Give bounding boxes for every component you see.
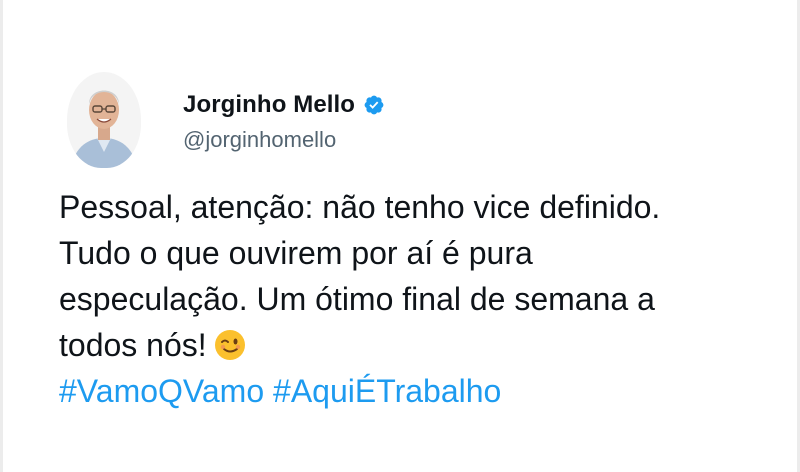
avatar-photo <box>67 72 141 168</box>
tweet-text-line-2: Tudo o que ouvirem por aí é pura <box>59 235 533 271</box>
tweet-text-line-4-text: todos nós! <box>59 327 207 363</box>
tweet-text-line-3: especulação. Um ótimo final de semana a <box>59 281 655 317</box>
tweet-card: Jorginho Mello @jorginhomello Pessoal, a… <box>0 0 800 472</box>
hashtags: #VamoQVamo #AquiÉTrabalho <box>59 368 501 414</box>
display-name[interactable]: Jorginho Mello <box>183 91 355 119</box>
hashtag-aquietrabalho[interactable]: #AquiÉTrabalho <box>273 373 501 409</box>
hashtag-vamoqvamo[interactable]: #VamoQVamo <box>59 373 264 409</box>
tweet-text-line-1: Pessoal, atenção: não tenho vice definid… <box>59 189 661 225</box>
avatar[interactable] <box>67 72 141 168</box>
winking-face-icon <box>213 328 247 362</box>
tweet-text: Pessoal, atenção: não tenho vice definid… <box>59 184 779 368</box>
tweet-text-line-4: todos nós! <box>59 322 779 368</box>
user-block: Jorginho Mello @jorginhomello <box>183 88 385 153</box>
user-handle[interactable]: @jorginhomello <box>183 127 385 153</box>
name-row: Jorginho Mello <box>183 88 385 122</box>
tweet-header: Jorginho Mello @jorginhomello <box>67 70 385 170</box>
verified-badge-icon <box>363 94 385 116</box>
